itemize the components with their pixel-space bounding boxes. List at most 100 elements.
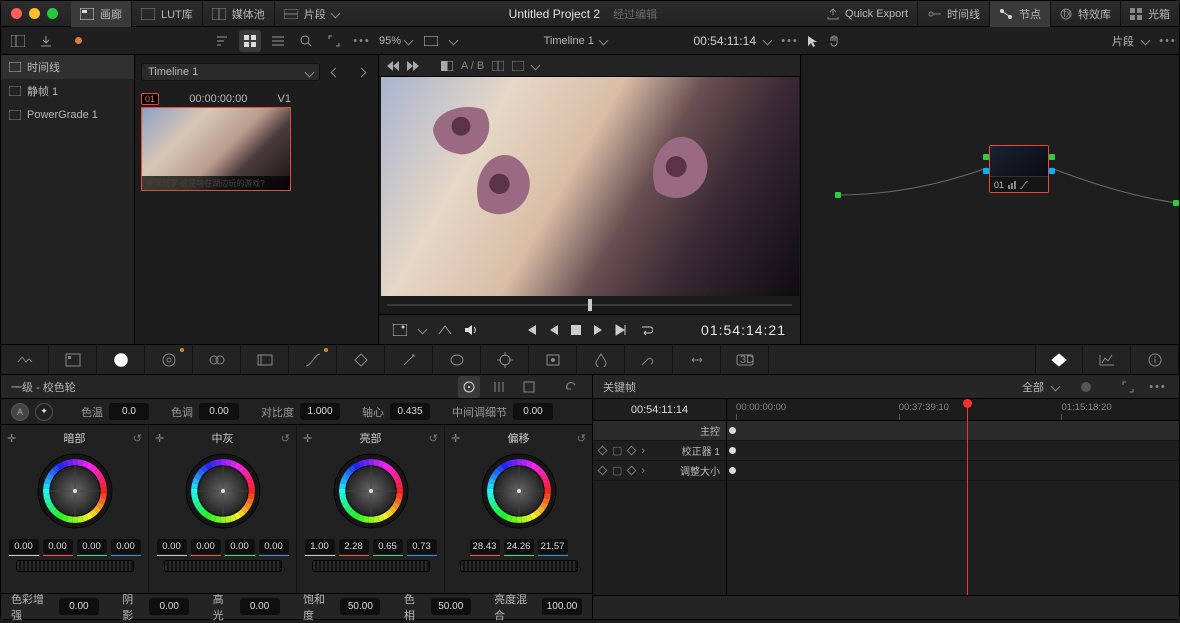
expand-icon[interactable] [323, 30, 345, 52]
chevron-right-icon[interactable]: › [641, 465, 645, 477]
hue-value[interactable]: 50.00 [431, 598, 471, 615]
color-warper-icon[interactable] [337, 345, 385, 375]
keyframe-diamond-icon[interactable] [598, 446, 608, 456]
wheel-picker-icon[interactable]: ✛ [451, 432, 460, 445]
keyframes-timeline[interactable]: 00:00:00:0000:37:39:1001:15:18:20 [727, 399, 1179, 595]
highlight-icon[interactable] [441, 61, 453, 71]
keyframe-panel-icon[interactable] [1035, 345, 1083, 375]
lock-icon[interactable]: ▢ [612, 444, 622, 457]
viewer-mode-icon[interactable] [512, 61, 524, 71]
wheel-num-value[interactable]: 0.00 [225, 539, 255, 554]
node-alpha-out-port[interactable] [1049, 168, 1055, 174]
fx-toggle[interactable]: fx 特效库 [1051, 1, 1121, 27]
chevron-down-icon[interactable] [1051, 382, 1061, 392]
last-frame-icon[interactable] [407, 61, 419, 71]
viewer-timecode[interactable]: 00:54:11:14 [693, 34, 756, 48]
gallery-prev-icon[interactable] [324, 61, 346, 83]
keyframe-track[interactable] [727, 441, 1179, 461]
jog-wheel[interactable] [164, 560, 282, 572]
pick-wb-button[interactable]: ✦ [35, 403, 53, 421]
zoom-value[interactable]: 95% [379, 35, 401, 47]
wheel-num-value[interactable]: 0.00 [191, 539, 221, 554]
wheel-picker-icon[interactable]: ✛ [155, 432, 164, 445]
wheels-mode-bars-icon[interactable] [488, 376, 510, 398]
node-out-port[interactable] [1049, 154, 1055, 160]
wheel-num-value[interactable]: 0.00 [9, 539, 39, 554]
stereo-3d-icon[interactable]: 3D [721, 345, 769, 375]
contrast-value[interactable]: 1.000 [300, 403, 340, 420]
lock-icon[interactable]: ▢ [612, 464, 622, 477]
wheel-picker-icon[interactable]: ✛ [7, 432, 16, 445]
jog-wheel[interactable] [312, 560, 430, 572]
wheels-undo-icon[interactable] [560, 376, 582, 398]
keyframes-color-dot[interactable] [1081, 382, 1091, 392]
nodes-toggle[interactable]: 节点 [990, 1, 1051, 27]
wheel-reset-icon[interactable]: ↺ [429, 432, 438, 445]
keyframe-diamond-icon[interactable] [598, 466, 608, 476]
auto-balance-button[interactable]: A [11, 403, 29, 421]
wheel-num-value[interactable]: 28.43 [470, 539, 500, 554]
wheel-num-value[interactable]: 0.65 [373, 539, 403, 554]
play-button[interactable] [593, 324, 603, 336]
scopes-icon[interactable] [1083, 345, 1131, 375]
camera-raw-icon[interactable] [1, 345, 49, 375]
saturation-value[interactable]: 50.00 [340, 598, 380, 615]
chevron-down-icon[interactable] [531, 61, 541, 71]
lut-toggle[interactable]: LUT库 [132, 1, 203, 27]
wheel-num-value[interactable]: 1.00 [305, 539, 335, 554]
lightbox-toggle[interactable]: 光箱 [1121, 1, 1179, 27]
nodes-more-icon[interactable]: ••• [1157, 30, 1179, 52]
viewer-more-icon[interactable]: ••• [779, 30, 801, 52]
hand-tool-icon[interactable] [823, 30, 845, 52]
color-wheels-icon[interactable] [97, 345, 145, 375]
sidebar-toggle-icon[interactable] [7, 30, 29, 52]
mute-icon[interactable] [464, 324, 476, 336]
stop-button[interactable] [571, 325, 581, 335]
node-canvas[interactable]: 01 [801, 55, 1179, 344]
chevron-right-icon[interactable]: › [641, 445, 645, 457]
lummix-value[interactable]: 100.00 [542, 598, 582, 615]
keyframe-marker[interactable] [729, 467, 736, 474]
timeline-toggle[interactable]: 时间线 [918, 1, 990, 27]
chevron-down-icon[interactable] [598, 36, 608, 46]
zoom-window-icon[interactable] [47, 8, 58, 19]
timeline-name[interactable]: Timeline 1 [544, 35, 594, 47]
curves-icon[interactable] [289, 345, 337, 375]
jog-wheel[interactable] [16, 560, 134, 572]
first-button[interactable] [525, 324, 537, 336]
gallery-sidebar-timeline[interactable]: 时间线 [1, 55, 134, 79]
wheel-num-value[interactable]: 0.00 [157, 539, 187, 554]
next-button[interactable] [615, 324, 627, 336]
key-icon[interactable] [625, 345, 673, 375]
blur-icon[interactable] [577, 345, 625, 375]
bypass-icon[interactable] [438, 325, 452, 335]
middetail-value[interactable]: 0.00 [513, 403, 553, 420]
wheel-reset-icon[interactable]: ↺ [133, 432, 142, 445]
wheel-num-value[interactable]: 0.00 [77, 539, 107, 554]
sort-icon[interactable] [211, 30, 233, 52]
color-wheel[interactable] [181, 447, 265, 533]
keyframe-marker[interactable] [729, 447, 736, 454]
window-icon[interactable] [433, 345, 481, 375]
pivot-value[interactable]: 0.435 [390, 403, 430, 420]
color-wheel[interactable] [477, 447, 561, 533]
keyframe-row[interactable]: ▢ › 校正器 1 [593, 441, 726, 461]
wheel-num-value[interactable]: 2.28 [339, 539, 369, 554]
keyframe-row-master[interactable]: 主控 [593, 421, 726, 441]
color-wheel[interactable] [33, 447, 117, 533]
gallery-next-icon[interactable] [350, 61, 372, 83]
tint-value[interactable]: 0.00 [199, 403, 239, 420]
wheel-num-value[interactable]: 24.26 [504, 539, 534, 554]
keyframes-ruler[interactable]: 00:00:00:0000:37:39:1001:15:18:20 [727, 399, 1179, 421]
color-match-icon[interactable] [49, 345, 97, 375]
keyframes-filter-label[interactable]: 全部 [1022, 379, 1044, 395]
quick-export-button[interactable]: Quick Export [818, 1, 918, 27]
chevron-down-icon[interactable] [1141, 36, 1151, 46]
thumbnail-view-icon[interactable] [239, 30, 261, 52]
wheel-num-value[interactable]: 0.00 [43, 539, 73, 554]
chevron-down-icon[interactable] [449, 36, 459, 46]
corrector-node[interactable]: 01 [989, 145, 1049, 193]
viewer-scrubber[interactable] [379, 296, 800, 314]
wheel-num-value[interactable]: 0.00 [259, 539, 289, 554]
shadows-value[interactable]: 0.00 [149, 598, 189, 615]
